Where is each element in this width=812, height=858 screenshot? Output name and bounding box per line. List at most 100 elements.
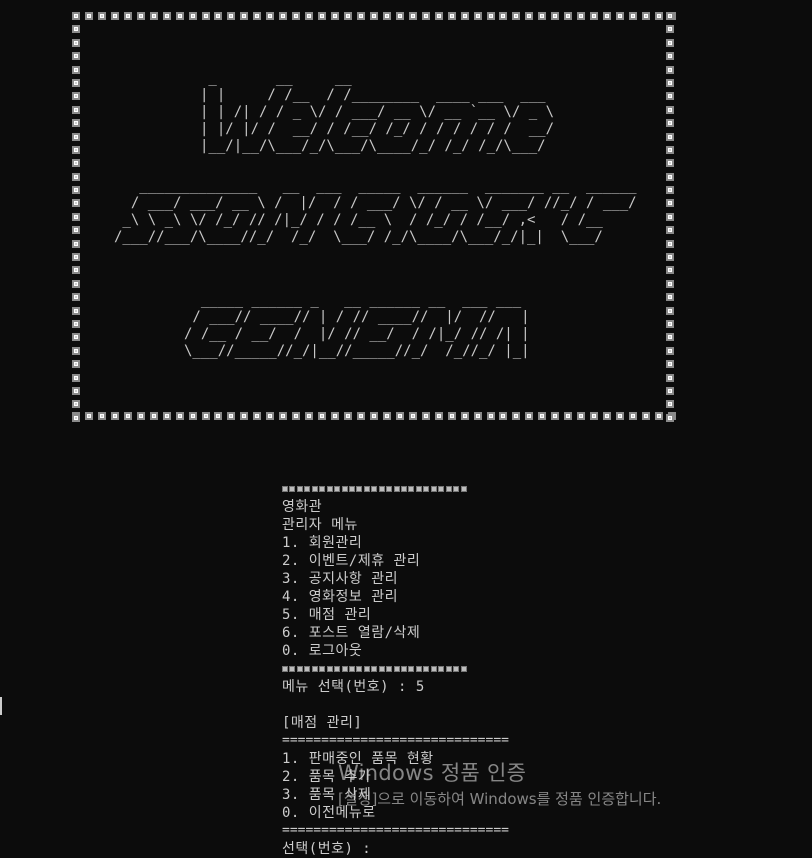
- border-square: [460, 412, 469, 420]
- border-square: [292, 12, 301, 20]
- border-square: [201, 12, 210, 20]
- separator-square: [282, 666, 288, 672]
- banner-border-left: [72, 12, 82, 422]
- border-square: [123, 12, 132, 20]
- border-square: [666, 199, 674, 208]
- border-square: [72, 333, 80, 342]
- separator-square: [453, 666, 460, 672]
- border-square: [564, 12, 573, 20]
- border-square: [641, 412, 650, 420]
- border-square: [72, 145, 80, 154]
- separator-square: [356, 486, 363, 492]
- separator-square: [311, 486, 318, 492]
- border-square: [136, 412, 145, 420]
- border-square: [356, 12, 365, 20]
- separator-square: [363, 486, 370, 492]
- separator-square: [311, 666, 318, 672]
- border-square: [666, 212, 674, 221]
- border-square: [227, 412, 236, 420]
- separator-square: [445, 666, 452, 672]
- separator-square: [460, 486, 467, 492]
- border-square: [72, 360, 80, 369]
- border-square: [654, 412, 663, 420]
- border-square: [512, 12, 521, 20]
- separator-square: [423, 486, 430, 492]
- border-square: [473, 412, 482, 420]
- border-square: [266, 412, 275, 420]
- menu-item-posts: 6. 포스트 열람/삭제: [282, 625, 421, 641]
- border-square: [292, 412, 301, 420]
- border-square: [72, 253, 80, 262]
- border-square: [499, 412, 508, 420]
- border-square: [305, 412, 314, 420]
- border-square: [266, 12, 275, 20]
- separator-square: [386, 666, 393, 672]
- banner-border-right: [666, 12, 676, 422]
- welcome-banner: _ __ __ | | / /__ / /________ ____ ___ _…: [72, 12, 676, 422]
- menu-prompt[interactable]: 메뉴 선택(번호) : 5: [282, 678, 702, 696]
- border-square: [473, 12, 482, 20]
- ascii-banner-line-2: ______________ __ ___ _____ ______ _____…: [114, 178, 637, 245]
- border-square: [72, 78, 80, 87]
- theater-label: 영화관: [282, 499, 323, 515]
- border-square: [447, 12, 456, 20]
- border-square: [590, 12, 599, 20]
- border-square: [84, 12, 93, 20]
- submenu-separator-top: =============================: [282, 733, 509, 748]
- border-square: [72, 306, 80, 315]
- border-square: [253, 12, 262, 20]
- banner-border-top: [72, 12, 676, 22]
- border-square: [369, 12, 378, 20]
- border-square: [666, 119, 674, 128]
- border-square: [525, 12, 534, 20]
- menu-separator-bottom: [282, 660, 702, 678]
- admin-menu: 영화관 관리자 메뉴 1. 회원관리 2. 이벤트/제휴 관리 3. 공지사항 …: [282, 480, 702, 858]
- border-square: [72, 239, 80, 248]
- menu-item-movies: 4. 영화정보 관리: [282, 589, 398, 605]
- border-square: [344, 12, 353, 20]
- border-square: [214, 12, 223, 20]
- border-square: [369, 412, 378, 420]
- border-square: [666, 293, 674, 302]
- border-square: [72, 386, 80, 395]
- separator-square: [289, 666, 296, 672]
- border-square: [188, 412, 197, 420]
- border-square: [666, 253, 674, 262]
- border-square: [666, 333, 674, 342]
- border-square: [641, 12, 650, 20]
- border-square: [149, 412, 158, 420]
- border-square: [72, 400, 80, 409]
- border-square: [666, 172, 674, 181]
- border-square: [162, 12, 171, 20]
- border-square: [110, 412, 119, 420]
- border-square: [666, 306, 674, 315]
- separator-square: [326, 486, 333, 492]
- border-square: [72, 279, 80, 288]
- border-square: [97, 12, 106, 20]
- border-square: [666, 159, 674, 168]
- selection-prompt[interactable]: 선택(번호) :: [282, 840, 702, 858]
- separator-square: [460, 666, 467, 672]
- border-square: [421, 12, 430, 20]
- border-square: [162, 412, 171, 420]
- border-square: [564, 412, 573, 420]
- border-square: [72, 132, 80, 141]
- border-square: [279, 12, 288, 20]
- border-square: [318, 412, 327, 420]
- border-square: [666, 239, 674, 248]
- border-square: [240, 412, 249, 420]
- border-square: [525, 412, 534, 420]
- border-square: [666, 413, 674, 422]
- border-square: [666, 386, 674, 395]
- border-square: [72, 52, 80, 61]
- border-square: [666, 25, 674, 34]
- border-square: [72, 199, 80, 208]
- border-square: [512, 412, 521, 420]
- border-square: [666, 38, 674, 47]
- border-square: [72, 319, 80, 328]
- border-square: [408, 12, 417, 20]
- border-square: [666, 65, 674, 74]
- separator-square: [282, 486, 288, 492]
- border-square: [447, 412, 456, 420]
